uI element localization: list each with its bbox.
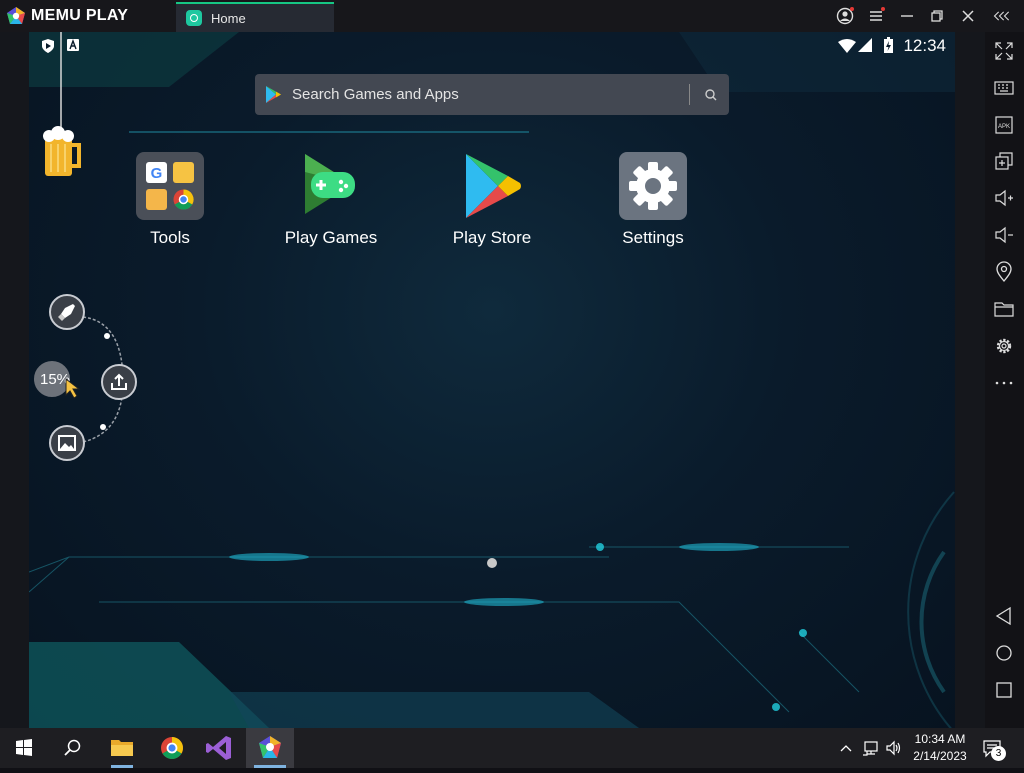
search-divider [689, 84, 690, 105]
network-icon[interactable] [862, 739, 880, 757]
location-icon[interactable] [993, 261, 1015, 283]
settings-gear-icon [619, 152, 687, 220]
collapse-sidebar-icon[interactable] [992, 6, 1012, 26]
page-indicator-dot [487, 558, 497, 568]
restore-icon[interactable] [927, 6, 947, 26]
keyboard-icon[interactable] [993, 77, 1015, 99]
app-brand: MEMU PLAY [31, 7, 129, 24]
wallpaper-graphic [29, 32, 955, 728]
close-icon[interactable] [958, 6, 978, 26]
settings-icon[interactable] [993, 335, 1015, 357]
search-icon[interactable] [704, 88, 718, 102]
memu-icon [254, 736, 286, 768]
tab-label: Home [211, 11, 246, 26]
app-label: Play Games [284, 228, 378, 247]
menu-icon[interactable] [866, 6, 886, 26]
fullscreen-icon[interactable] [993, 40, 1015, 62]
upload-icon [111, 373, 127, 390]
tools-folder-icon: G [136, 152, 204, 220]
taskbar-clock-time[interactable]: 10:34 AM [905, 732, 975, 746]
apk-install-icon[interactable]: APK [993, 114, 1015, 136]
taskbar-clock-date[interactable]: 2/14/2023 [905, 749, 975, 763]
app-label: Play Store [452, 228, 532, 247]
rocket-icon [58, 304, 75, 321]
right-border [955, 32, 985, 728]
title-bar: MEMU PLAY Home [0, 0, 1024, 32]
screenshot-gallery-button[interactable] [49, 425, 85, 461]
svg-text:G: G [151, 165, 163, 182]
search-input[interactable]: Search Games and Apps [292, 86, 459, 103]
recents-icon[interactable] [993, 679, 1015, 701]
volume-down-icon[interactable] [993, 224, 1015, 246]
home-tab-icon [186, 10, 202, 26]
signal-icon [858, 38, 872, 52]
home-icon[interactable] [993, 642, 1015, 664]
app-label: Tools [150, 228, 190, 247]
left-border [0, 32, 29, 728]
folder-icon[interactable] [993, 298, 1015, 320]
play-store-icon [466, 154, 521, 218]
file-explorer-icon[interactable] [98, 728, 146, 768]
minimize-icon[interactable] [897, 6, 917, 26]
more-icon[interactable] [993, 372, 1015, 394]
windows-start-icon[interactable] [0, 728, 48, 768]
svg-text:APK: APK [998, 124, 1010, 130]
back-icon[interactable] [993, 605, 1015, 627]
windows-taskbar: 10:34 AM 2/14/2023 3 [0, 728, 1024, 768]
status-clock: 12:34 [903, 36, 946, 55]
user-account-icon[interactable] [835, 6, 855, 26]
app-label: Settings [622, 228, 684, 247]
memu-toolbar: APK [985, 32, 1024, 728]
play-store-small-icon [266, 86, 281, 103]
memu-logo-icon [7, 7, 25, 24]
chrome-icon[interactable] [148, 728, 196, 768]
rocket-boost-button[interactable] [49, 294, 85, 330]
show-hidden-icons-icon[interactable] [838, 740, 854, 756]
beer-mug-icon[interactable] [41, 32, 85, 178]
multi-window-icon[interactable] [993, 150, 1015, 172]
share-upload-button[interactable] [101, 364, 137, 400]
search-bar[interactable]: Search Games and Apps [255, 74, 729, 115]
notification-count-badge: 3 [991, 746, 1006, 761]
mouse-cursor-icon [65, 377, 81, 399]
android-screen: 12:34 Search Games and Apps G Tools Play… [29, 32, 955, 728]
play-games-icon [305, 154, 355, 214]
image-icon [58, 435, 76, 451]
search-icon[interactable] [48, 728, 96, 768]
volume-up-icon[interactable] [993, 187, 1015, 209]
volume-icon[interactable] [885, 739, 903, 757]
wifi-icon [838, 39, 856, 53]
memu-taskbar-button[interactable] [246, 728, 294, 768]
tab-home[interactable]: Home [176, 2, 334, 32]
visual-studio-icon[interactable] [196, 728, 244, 768]
battery-icon [884, 37, 893, 53]
